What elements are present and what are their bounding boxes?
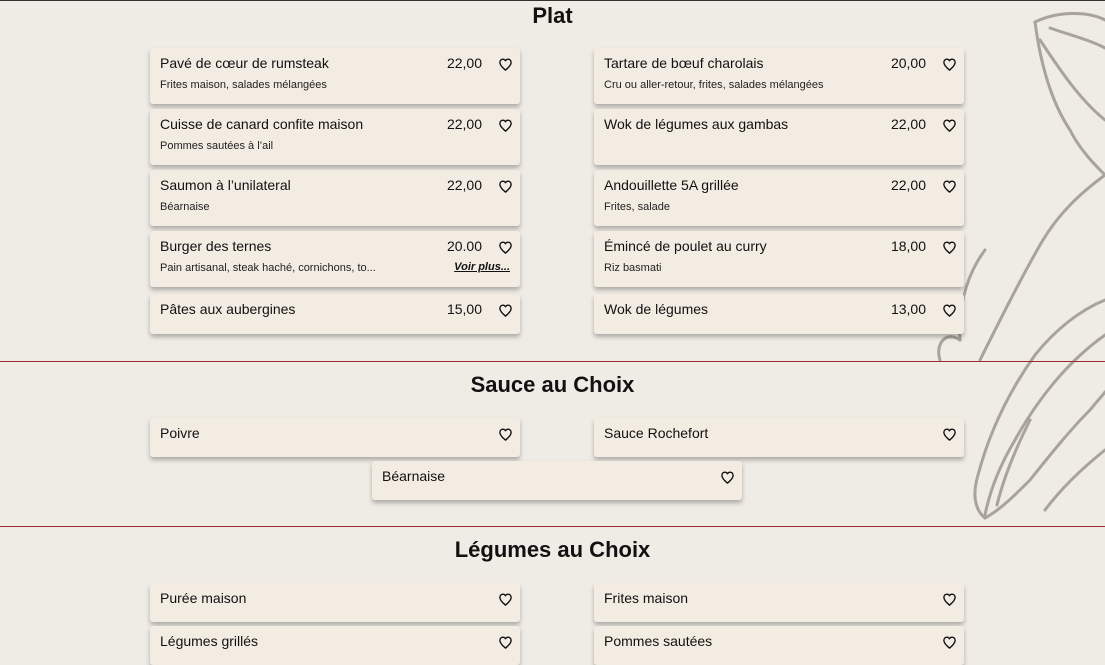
item-price: 22,00: [446, 177, 482, 193]
menu-item-card[interactable]: Andouillette 5A grillée 22,00 Frites, sa…: [594, 170, 964, 226]
side-option-card[interactable]: Légumes grillés: [150, 626, 520, 665]
heart-icon[interactable]: [942, 240, 957, 255]
item-price: 22,00: [446, 55, 482, 71]
heart-icon[interactable]: [942, 635, 957, 650]
heart-icon[interactable]: [498, 179, 513, 194]
item-description: Frites maison, salades mélangées: [160, 79, 327, 91]
item-name: Wok de légumes aux gambas: [604, 116, 789, 132]
section-title-sauce: Sauce au Choix: [470, 372, 635, 397]
item-price: 13,00: [890, 301, 926, 317]
item-name: Purée maison: [160, 590, 247, 606]
sauce-option-card[interactable]: Sauce Rochefort: [594, 418, 964, 457]
menu-item-card[interactable]: Burger des ternes 20.00 Pain artisanal, …: [150, 231, 520, 287]
sauce-option-card[interactable]: Poivre: [150, 418, 520, 457]
item-description: Pain artisanal, steak haché, cornichons,…: [160, 262, 376, 274]
section-divider: [0, 526, 1105, 527]
heart-icon[interactable]: [720, 470, 735, 485]
item-description: Frites, salade: [604, 201, 671, 213]
item-name: Pâtes aux aubergines: [160, 301, 296, 317]
menu-item-card[interactable]: Wok de légumes 13,00: [594, 294, 964, 334]
side-option-card[interactable]: Frites maison: [594, 583, 964, 622]
section-divider: [0, 361, 1105, 362]
menu-item-card[interactable]: Pâtes aux aubergines 15,00: [150, 294, 520, 334]
top-border: [0, 0, 1105, 1]
item-description: Cru ou aller-retour, frites, salades mél…: [604, 79, 824, 91]
heart-icon[interactable]: [498, 592, 513, 607]
item-price: 20,00: [890, 55, 926, 71]
item-name: Poivre: [160, 425, 200, 441]
menu-item-card[interactable]: Wok de légumes aux gambas 22,00: [594, 109, 964, 165]
item-name: Burger des ternes: [160, 238, 272, 254]
item-price: 18,00: [890, 238, 926, 254]
menu-item-card[interactable]: Pavé de cœur de rumsteak 22,00 Frites ma…: [150, 48, 520, 104]
heart-icon[interactable]: [942, 427, 957, 442]
heart-icon[interactable]: [498, 118, 513, 133]
menu-item-card[interactable]: Cuisse de canard confite maison 22,00 Po…: [150, 109, 520, 165]
heart-icon[interactable]: [498, 635, 513, 650]
item-price: 15,00: [446, 301, 482, 317]
item-name: Wok de légumes: [604, 301, 709, 317]
heart-icon[interactable]: [942, 592, 957, 607]
item-description: Pommes sautées à l’ail: [160, 140, 274, 152]
side-option-card[interactable]: Pommes sautées: [594, 626, 964, 665]
item-price: 22,00: [890, 116, 926, 132]
item-name: Émincé de poulet au curry: [604, 238, 767, 254]
item-name: Béarnaise: [382, 468, 446, 484]
heart-icon[interactable]: [498, 240, 513, 255]
heart-icon[interactable]: [942, 57, 957, 72]
item-name: Pommes sautées: [604, 633, 713, 649]
section-title-plat: Plat: [532, 3, 573, 28]
heart-icon[interactable]: [942, 303, 957, 318]
see-more-link[interactable]: Voir plus...: [454, 261, 510, 273]
item-name: Frites maison: [604, 590, 689, 606]
heart-icon[interactable]: [942, 118, 957, 133]
item-name: Pavé de cœur de rumsteak: [160, 55, 329, 71]
menu-item-card[interactable]: Tartare de bœuf charolais 20,00 Cru ou a…: [594, 48, 964, 104]
section-title-legumes: Légumes au Choix: [454, 537, 651, 562]
heart-icon[interactable]: [498, 427, 513, 442]
item-name: Andouillette 5A grillée: [604, 177, 739, 193]
sauce-option-card[interactable]: Béarnaise: [372, 461, 742, 500]
heart-icon[interactable]: [942, 179, 957, 194]
item-name: Légumes grillés: [160, 633, 259, 649]
heart-icon[interactable]: [498, 303, 513, 318]
item-name: Cuisse de canard confite maison: [160, 116, 364, 132]
item-name: Tartare de bœuf charolais: [604, 55, 764, 71]
side-option-card[interactable]: Purée maison: [150, 583, 520, 622]
item-price: 22,00: [446, 116, 482, 132]
item-name: Saumon à l’unilateral: [160, 177, 291, 193]
item-name: Sauce Rochefort: [604, 425, 709, 441]
item-price: 22,00: [890, 177, 926, 193]
menu-item-card[interactable]: Saumon à l’unilateral 22,00 Béarnaise: [150, 170, 520, 226]
heart-icon[interactable]: [498, 57, 513, 72]
item-description: Béarnaise: [160, 201, 210, 213]
item-description: Riz basmati: [604, 262, 662, 274]
item-price: 20.00: [446, 238, 482, 254]
menu-item-card[interactable]: Émincé de poulet au curry 18,00 Riz basm…: [594, 231, 964, 287]
